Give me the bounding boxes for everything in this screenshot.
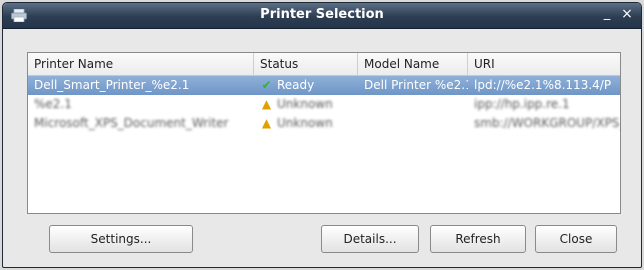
- minimize-button[interactable]: _: [599, 6, 615, 22]
- window-title: Printer Selection: [260, 7, 384, 22]
- table-row[interactable]: %e2.1 ▲ Unknown ipp://hp.ipp.re.1: [28, 95, 620, 114]
- status-text: Ready: [277, 78, 315, 92]
- model-name-cell: [358, 114, 468, 133]
- uri-cell: smb://WORKGROUP/XPS_Doc: [474, 116, 620, 130]
- column-header-model-name[interactable]: Model Name: [358, 53, 468, 75]
- column-header-status[interactable]: Status: [254, 53, 358, 75]
- status-text: Unknown: [277, 116, 333, 130]
- settings-button[interactable]: Settings...: [49, 225, 193, 253]
- status-cell: ▲ Unknown: [254, 95, 358, 114]
- title-bar[interactable]: Printer Selection _ ×: [3, 3, 641, 29]
- warning-icon: ▲: [261, 97, 272, 111]
- table-row[interactable]: Dell_Smart_Printer_%e2.1 ✔ Ready Dell Pri…: [28, 76, 620, 95]
- column-header-printer-name[interactable]: Printer Name: [28, 53, 254, 75]
- column-header-uri[interactable]: URI: [468, 53, 620, 75]
- status-text: Unknown: [277, 97, 333, 111]
- refresh-button[interactable]: Refresh: [430, 225, 526, 253]
- details-button[interactable]: Details...: [321, 225, 419, 253]
- close-window-button[interactable]: ×: [619, 6, 635, 22]
- table-row[interactable]: Microsoft_XPS_Document_Writer ▲ Unknown s…: [28, 114, 620, 133]
- uri-cell: ipp://hp.ipp.re.1: [474, 97, 570, 111]
- status-cell: ✔ Ready: [254, 76, 358, 95]
- list-header: Printer Name Status Model Name URI: [28, 53, 620, 76]
- warning-icon: ▲: [261, 116, 272, 130]
- model-name-cell: Dell Printer %e2.1: [364, 78, 468, 92]
- close-button[interactable]: Close: [535, 225, 617, 253]
- check-icon: ✔: [261, 78, 272, 92]
- printer-name-cell: %e2.1: [34, 97, 72, 111]
- uri-cell: lpd://%e2.1%8.113.4/P: [474, 78, 612, 92]
- status-cell: ▲ Unknown: [254, 114, 358, 133]
- printer-name-cell: Dell_Smart_Printer_%e2.1: [34, 78, 190, 92]
- printer-list[interactable]: Printer Name Status Model Name URI Dell_…: [27, 52, 621, 214]
- printer-name-cell: Microsoft_XPS_Document_Writer: [34, 116, 229, 130]
- printer-selection-dialog: Printer Selection _ × Printer Name Statu…: [2, 2, 642, 268]
- model-name-cell: [358, 95, 468, 114]
